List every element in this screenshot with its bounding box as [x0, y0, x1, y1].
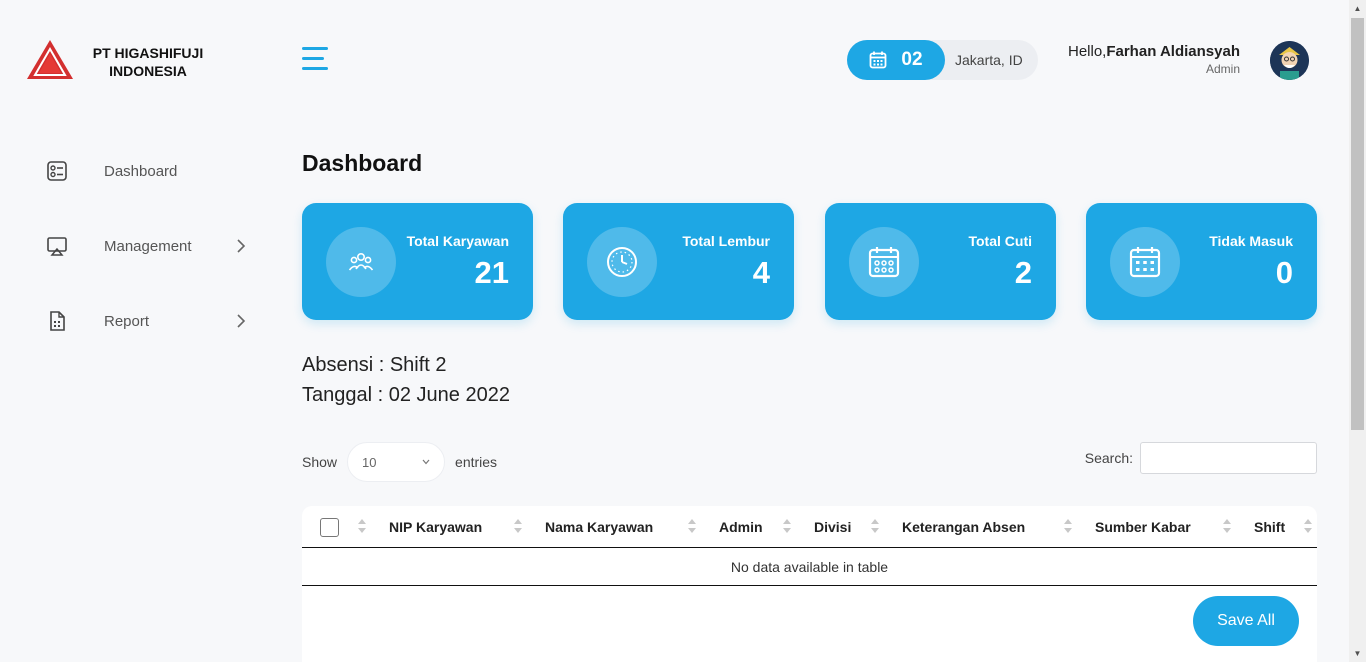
- show-entries-control: Show 10 entries: [302, 442, 497, 482]
- user-avatar-icon: [1270, 41, 1309, 80]
- sort-icon[interactable]: [1063, 518, 1073, 534]
- greeting-text: Hello,: [1067, 43, 1107, 60]
- stat-title: Total Lembur: [682, 233, 770, 249]
- sidebar-item-dashboard[interactable]: Dashboard: [46, 156, 256, 186]
- column-header-nip[interactable]: NIP Karyawan: [389, 506, 482, 548]
- calendar-icon: [1129, 247, 1161, 278]
- column-header-nama[interactable]: Nama Karyawan: [545, 506, 653, 548]
- stat-card-total-cuti[interactable]: Total Cuti 2: [825, 203, 1056, 320]
- stat-title: Total Karyawan: [406, 233, 509, 249]
- sort-icon[interactable]: [1222, 518, 1232, 534]
- stat-value: 21: [474, 255, 509, 290]
- column-header-keterangan[interactable]: Keterangan Absen: [902, 506, 1025, 548]
- column-header-shift[interactable]: Shift: [1254, 506, 1285, 548]
- user-role: Admin: [1205, 62, 1240, 76]
- scroll-up-arrow-icon[interactable]: ▲: [1349, 0, 1366, 17]
- stat-card-tidak-masuk[interactable]: Tidak Masuk 0: [1086, 203, 1317, 320]
- search-input[interactable]: [1140, 442, 1317, 474]
- tanggal-label: Tanggal : 02 June 2022: [302, 384, 510, 406]
- stat-icon-circle: [326, 227, 396, 297]
- stat-card-total-karyawan[interactable]: Total Karyawan 21: [302, 203, 533, 320]
- sort-icon[interactable]: [870, 518, 880, 534]
- search-label: Search:: [1084, 450, 1133, 466]
- sidebar-item-report[interactable]: Report: [46, 306, 256, 336]
- scrollbar-thumb[interactable]: [1351, 18, 1364, 430]
- attendance-table: NIP Karyawan Nama Karyawan Admin Divisi …: [302, 506, 1317, 662]
- sidebar-item-management[interactable]: Management: [46, 231, 256, 261]
- stat-icon-circle: [849, 227, 919, 297]
- sidebar-item-label: Management: [104, 237, 192, 255]
- select-all-checkbox[interactable]: [320, 518, 339, 537]
- empty-table-message: No data available in table: [302, 548, 1317, 586]
- absensi-shift-label: Absensi : Shift 2: [302, 354, 447, 376]
- chevron-right-icon: [237, 314, 246, 328]
- date-badge: 02: [847, 40, 945, 80]
- date-location-pill: 02 Jakarta, ID: [847, 40, 1038, 80]
- entries-select[interactable]: 10: [347, 442, 446, 482]
- stat-card-total-lembur[interactable]: Total Lembur 4: [563, 203, 794, 320]
- company-name: PT HIGASHIFUJI INDONESIA: [82, 44, 214, 80]
- stat-icon-circle: [1110, 227, 1180, 297]
- sort-icon[interactable]: [1303, 518, 1313, 534]
- stat-title: Tidak Masuk: [1209, 233, 1293, 249]
- calendar-icon: [868, 247, 900, 278]
- stat-value: 0: [1275, 255, 1293, 290]
- clock-icon: [607, 247, 637, 277]
- stat-icon-circle: [587, 227, 657, 297]
- sort-icon[interactable]: [687, 518, 697, 534]
- column-header-sumber-kabar[interactable]: Sumber Kabar: [1095, 506, 1191, 548]
- sort-icon[interactable]: [782, 518, 792, 534]
- scroll-down-arrow-icon[interactable]: ▼: [1349, 645, 1366, 662]
- save-all-button[interactable]: Save All: [1193, 596, 1299, 646]
- user-greeting: Hello,Farhan Aldiansyah Admin: [1068, 43, 1240, 76]
- company-name-line1: PT HIGASHIFUJI: [92, 45, 204, 61]
- table-search: Search:: [1085, 442, 1317, 474]
- chevron-down-icon: [422, 459, 430, 465]
- sidebar-item-label: Report: [104, 312, 150, 330]
- chevron-right-icon: [237, 239, 246, 253]
- date-day: 02: [901, 49, 923, 70]
- avatar[interactable]: [1270, 41, 1309, 80]
- report-icon: [50, 311, 65, 331]
- company-name-line2: INDONESIA: [109, 63, 187, 79]
- column-header-divisi[interactable]: Divisi: [814, 506, 851, 548]
- stat-title: Total Cuti: [968, 233, 1032, 249]
- stat-value: 2: [1014, 255, 1032, 290]
- menu-toggle-icon[interactable]: [302, 47, 330, 71]
- users-icon: [348, 253, 374, 271]
- monitor-icon: [47, 237, 67, 256]
- calendar-icon: [870, 51, 887, 69]
- entries-value: 10: [362, 454, 377, 470]
- company-logo: [27, 40, 73, 79]
- table-header: NIP Karyawan Nama Karyawan Admin Divisi …: [302, 506, 1317, 548]
- stat-value: 4: [752, 255, 770, 290]
- page-scrollbar[interactable]: ▲ ▼: [1349, 0, 1366, 662]
- entries-label: entries: [455, 454, 498, 470]
- location-text: Jakarta, ID: [955, 52, 1023, 68]
- user-name: Farhan Aldiansyah: [1106, 43, 1240, 60]
- dashboard-icon: [47, 161, 67, 181]
- show-label: Show: [302, 454, 338, 470]
- column-header-admin[interactable]: Admin: [719, 506, 763, 548]
- sort-icon[interactable]: [513, 518, 523, 534]
- sort-icon[interactable]: [357, 518, 367, 534]
- page-title: Dashboard: [302, 150, 423, 176]
- sidebar-item-label: Dashboard: [104, 162, 178, 180]
